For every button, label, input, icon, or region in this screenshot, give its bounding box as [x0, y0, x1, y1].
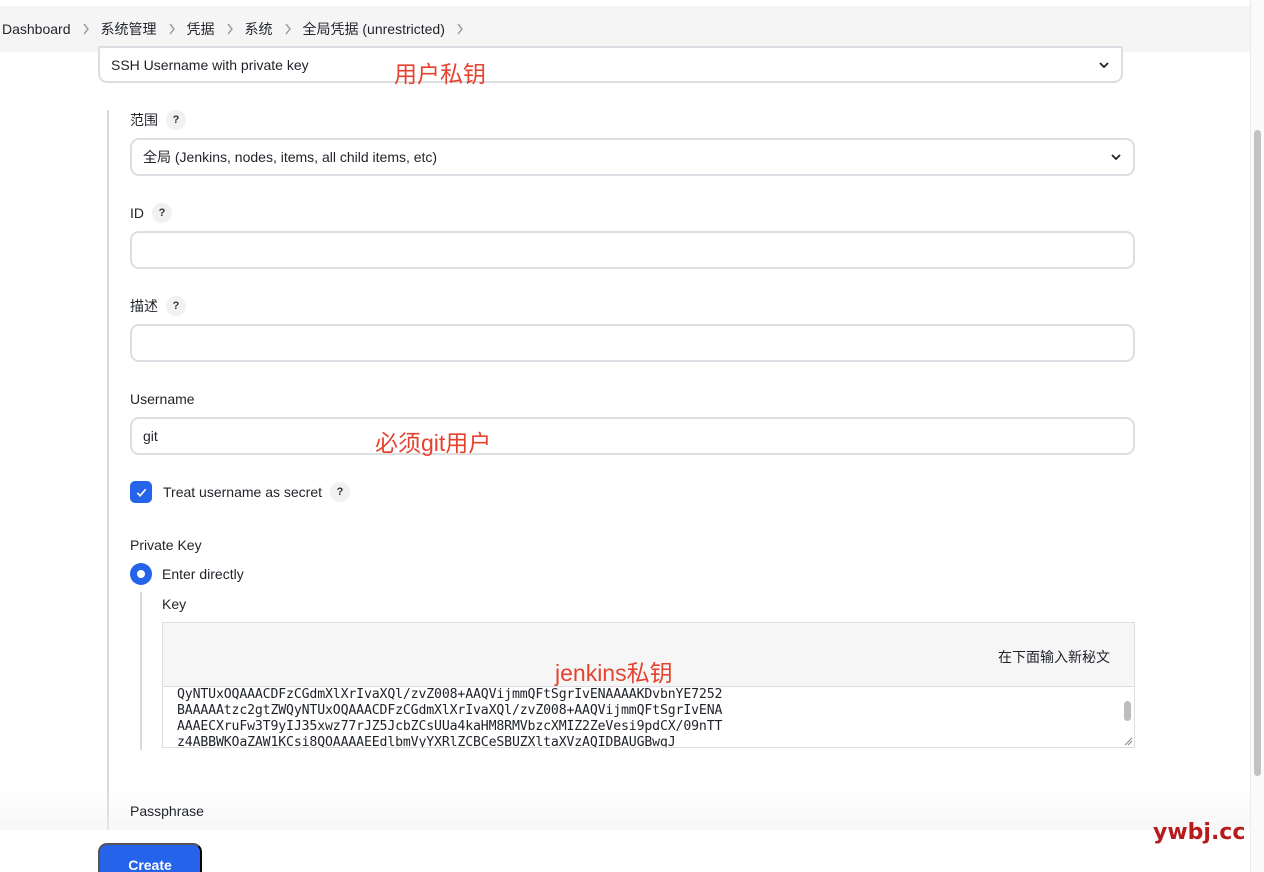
chevron-down-icon	[1111, 154, 1121, 161]
scope-label: 范围	[130, 112, 158, 128]
treat-secret-label-row: Treat username as secret ?	[163, 480, 350, 504]
scope-help-icon[interactable]: ?	[166, 110, 186, 130]
scope-select-value: 全局 (Jenkins, nodes, items, all child ite…	[143, 149, 438, 165]
chevron-down-icon	[1099, 62, 1109, 69]
section-divider	[107, 110, 109, 830]
treat-secret-label[interactable]: Treat username as secret	[163, 484, 322, 500]
key-textarea[interactable]: QyNTUxOQAAACDFzCGdmXlXrIvaXQl/zvZ008+AAQ…	[163, 687, 1134, 747]
private-key-label: Private Key	[130, 537, 202, 553]
key-label: Key	[162, 596, 187, 612]
kind-select-value: SSH Username with private key	[111, 56, 309, 73]
key-textarea-scrollbar[interactable]	[1124, 701, 1131, 721]
annotation-username: 必须git用户	[375, 430, 492, 456]
username-input[interactable]: git	[130, 417, 1135, 455]
enter-directly-radio[interactable]	[130, 563, 152, 585]
key-hint: 在下面输入新秘文	[998, 649, 1110, 665]
page-scrollbar[interactable]	[1250, 0, 1264, 872]
key-line: z4ABBWKOaZAW1KCsi8QOAAAAEEdlbmVyYXRlZCBC…	[177, 735, 676, 747]
subsection-divider	[140, 592, 142, 750]
breadcrumb-credentials[interactable]: 凭据	[187, 19, 215, 39]
resize-handle-icon[interactable]	[1124, 737, 1133, 746]
id-label: ID	[130, 205, 144, 221]
breadcrumb-dashboard[interactable]: Dashboard	[2, 21, 71, 37]
key-line: QyNTUxOQAAACDFzCGdmXlXrIvaXQl/zvZ008+AAQ…	[177, 687, 723, 702]
create-button[interactable]: Create	[98, 843, 202, 872]
annotation-kind: 用户私钥	[394, 61, 486, 87]
id-input[interactable]	[130, 231, 1135, 269]
description-input[interactable]	[130, 324, 1135, 362]
breadcrumb-manage[interactable]: 系统管理	[101, 19, 157, 39]
chevron-right-icon	[445, 23, 475, 35]
scope-label-row: 范围 ?	[130, 108, 186, 132]
radio-dot	[137, 570, 145, 578]
description-label-row: 描述 ?	[130, 294, 186, 318]
description-help-icon[interactable]: ?	[166, 296, 186, 316]
watermark: ywbj.cc	[1153, 820, 1246, 845]
treat-secret-help-icon[interactable]: ?	[330, 482, 350, 502]
page-scrollbar-thumb[interactable]	[1254, 130, 1261, 776]
chevron-right-icon	[157, 23, 187, 35]
check-icon	[136, 488, 146, 497]
key-line: AAAECXruFw3T9yIJ35xwz77rJZ5JcbZCsUUa4kaH…	[177, 719, 723, 734]
id-help-icon[interactable]: ?	[152, 203, 172, 223]
enter-directly-label[interactable]: Enter directly	[162, 563, 244, 585]
passphrase-label: Passphrase	[130, 803, 204, 819]
chevron-right-icon	[215, 23, 245, 35]
kind-select[interactable]: SSH Username with private key	[98, 46, 1123, 83]
annotation-key: jenkins私钥	[555, 660, 673, 686]
chevron-right-icon	[273, 23, 303, 35]
username-label: Username	[130, 391, 195, 407]
chevron-right-icon	[71, 23, 101, 35]
breadcrumb-system[interactable]: 系统	[245, 19, 273, 39]
treat-username-secret-checkbox[interactable]	[130, 481, 152, 503]
key-line: BAAAAAtzc2gtZWQyNTUxOQAAACDFzCGdmXlXrIva…	[177, 703, 723, 718]
description-label: 描述	[130, 298, 158, 314]
id-label-row: ID ?	[130, 201, 172, 225]
scope-select[interactable]: 全局 (Jenkins, nodes, items, all child ite…	[130, 138, 1135, 176]
breadcrumb-global-credentials[interactable]: 全局凭据 (unrestricted)	[303, 19, 445, 39]
